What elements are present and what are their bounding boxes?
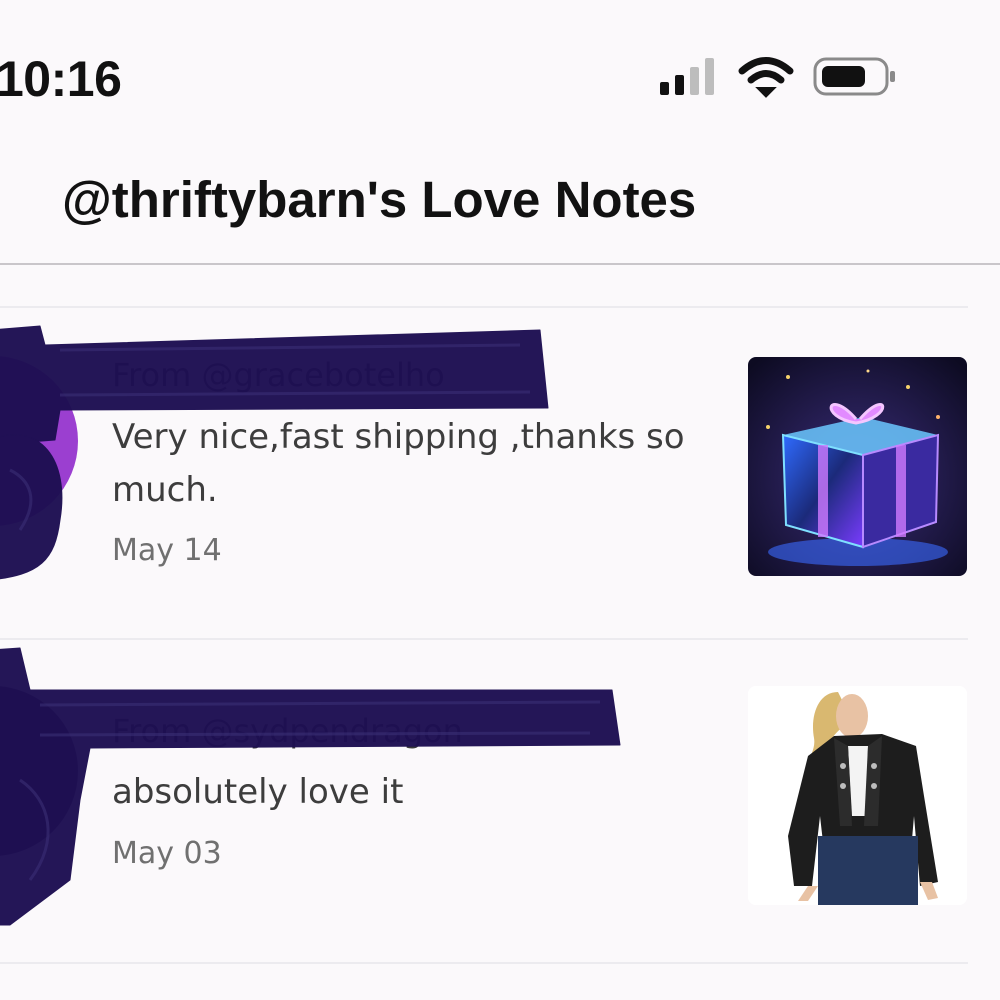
avatar[interactable] [0,686,78,856]
gift-box-image[interactable] [748,357,967,576]
note-date: May 14 [112,533,222,568]
status-icons [658,56,908,98]
note-message: Very nice,fast shipping ,thanks so much. [112,417,685,510]
battery-icon [813,57,895,96]
sender-name[interactable]: From @gracebotelho [112,356,445,394]
note-date: May 03 [112,836,222,871]
status-time: 10:16 [0,51,122,107]
screen: 10:16 @thriftybarn's Love Notes From @gr… [0,0,1000,1000]
list-item[interactable]: From @sydpendragon absolutely love it Ma… [0,640,1000,962]
avatar[interactable] [0,356,78,526]
list-divider [0,962,968,964]
header-divider [0,263,1000,265]
list-item[interactable]: From @gracebotelho Very nice,fast shippi… [0,308,1000,640]
leather-jacket-image[interactable] [748,686,967,905]
cellular-signal-icon [660,58,714,95]
sender-name[interactable]: From @sydpendragon [112,712,463,750]
page-title: @thriftybarn's Love Notes [62,171,697,228]
wifi-icon [738,57,794,98]
note-message: absolutely love it [112,772,404,812]
